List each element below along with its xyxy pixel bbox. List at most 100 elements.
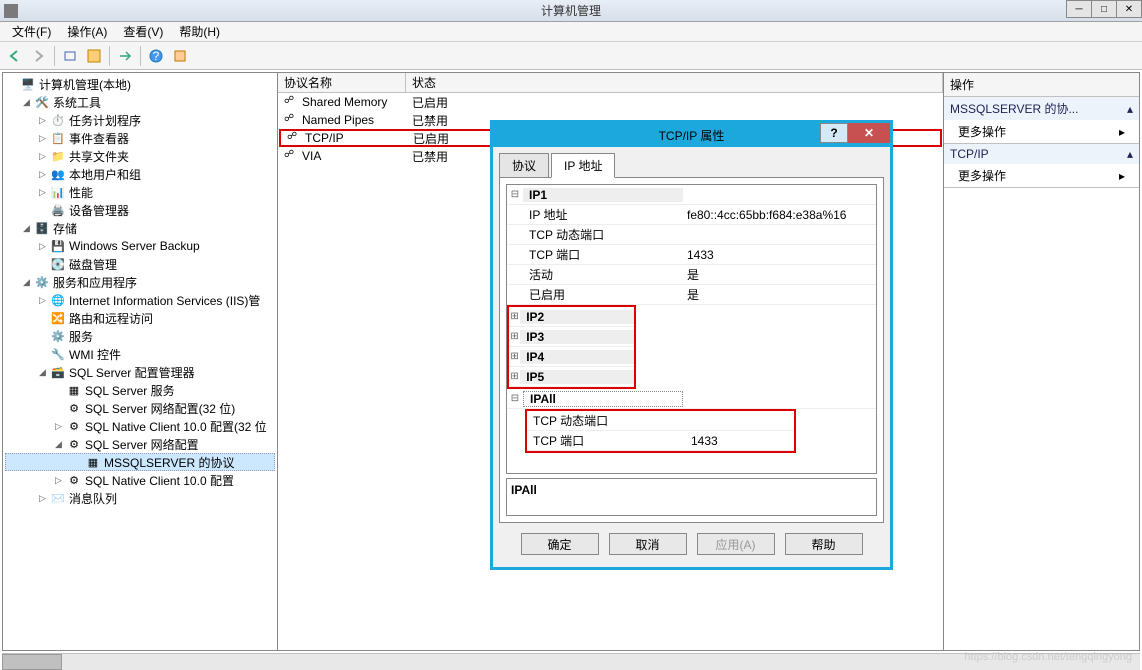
properties-icon[interactable] [83,45,105,67]
cancel-button[interactable]: 取消 [609,533,687,555]
prop-tcp-port-value[interactable]: 1433 [683,248,876,262]
tree-label: 服务和应用程序 [53,274,137,291]
prop-ip-address-value[interactable]: fe80::4cc:65bb:f684:e38a%16 [683,208,876,222]
cell-name: TCP/IP [305,131,344,145]
cell-name: Named Pipes [302,113,374,127]
tree-sql-services[interactable]: ▦SQL Server 服务 [3,381,277,399]
tree-label: 本地用户和组 [69,166,141,183]
tree-label: 计算机管理(本地) [39,76,131,93]
dialog-title: TCP/IP 属性 [659,127,725,144]
group-ip3[interactable]: IP3 [520,330,634,344]
maximize-button[interactable]: □ [1091,0,1117,18]
tree-device-mgr[interactable]: 🖨️设备管理器 [3,201,277,219]
help-button[interactable]: 帮助 [785,533,863,555]
apply-button[interactable]: 应用(A) [697,533,775,555]
prop-enabled-value[interactable]: 是 [683,286,876,303]
tree-label: SQL Server 网络配置 [85,436,199,453]
group-ipall[interactable]: IPAll [523,391,683,407]
actions-panel: 操作 MSSQLSERVER 的协...▴ 更多操作▸ TCP/IP▴ 更多操作… [944,73,1139,650]
group-ip5[interactable]: IP5 [520,370,634,384]
tab-protocol[interactable]: 协议 [499,153,549,178]
up-button[interactable] [59,45,81,67]
dialog-buttons: 确定 取消 应用(A) 帮助 [499,523,884,561]
export-icon[interactable] [114,45,136,67]
tree-shared-folders[interactable]: ▷📁共享文件夹 [3,147,277,165]
prop-ipall-port-value[interactable]: 1433 [687,434,794,448]
tree-panel[interactable]: 🖥️计算机管理(本地) ◢🛠️系统工具 ▷⏱️任务计划程序 ▷📋事件查看器 ▷📁… [3,73,278,650]
prop-ip-address-label: IP 地址 [523,206,683,223]
tree-performance[interactable]: ▷📊性能 [3,183,277,201]
action-title-mssql[interactable]: MSSQLSERVER 的协...▴ [944,97,1139,120]
cell-name: VIA [302,149,321,163]
property-grid[interactable]: ⊟IP1 IP 地址fe80::4cc:65bb:f684:e38a%16 TC… [506,184,877,474]
col-status[interactable]: 状态 [406,73,943,92]
tree-routing[interactable]: 🔀路由和远程访问 [3,309,277,327]
tree-system-tools[interactable]: ◢🛠️系统工具 [3,93,277,111]
tree-label: 磁盘管理 [69,256,117,273]
ok-button[interactable]: 确定 [521,533,599,555]
minimize-button[interactable]: ─ [1066,0,1092,18]
protocol-icon: ☍ [284,113,298,127]
col-proto-name[interactable]: 协议名称 [278,73,406,92]
options-icon[interactable] [169,45,191,67]
tree-label: SQL Server 网络配置(32 位) [85,400,235,417]
action-more-1[interactable]: 更多操作▸ [944,120,1139,143]
dialog-help-button[interactable]: ? [820,123,848,143]
tree-label: 服务 [69,328,93,345]
tree-sql-native32[interactable]: ▷⚙SQL Native Client 10.0 配置(32 位 [3,417,277,435]
close-button[interactable]: ✕ [1116,0,1142,18]
action-more-2[interactable]: 更多操作▸ [944,164,1139,187]
tree-label: 事件查看器 [69,130,129,147]
tree-sql-net32[interactable]: ⚙SQL Server 网络配置(32 位) [3,399,277,417]
action-section-2: TCP/IP▴ 更多操作▸ [944,144,1139,188]
group-ip2[interactable]: IP2 [520,310,634,324]
tree-label: 消息队列 [69,490,117,507]
window-title: 计算机管理 [541,2,601,19]
cell-status: 已禁用 [406,148,454,165]
forward-button[interactable] [28,45,50,67]
window-controls: ─ □ ✕ [1067,0,1142,18]
group-ip1[interactable]: IP1 [523,188,683,202]
tree-storage[interactable]: ◢🗄️存储 [3,219,277,237]
tree-wmi[interactable]: 🔧WMI 控件 [3,345,277,363]
tree-label: 性能 [69,184,93,201]
svg-text:?: ? [153,49,160,63]
menu-view[interactable]: 查看(V) [115,21,171,42]
dialog-titlebar[interactable]: TCP/IP 属性 ? ✕ [493,123,890,147]
tree-label: 设备管理器 [69,202,129,219]
dialog-close-button[interactable]: ✕ [848,123,890,143]
cell-name: Shared Memory [302,95,387,109]
tree-label: 存储 [53,220,77,237]
tree-services-apps[interactable]: ◢⚙️服务和应用程序 [3,273,277,291]
help-icon[interactable]: ? [145,45,167,67]
scrollbar-thumb[interactable] [2,654,62,670]
tree-msmq[interactable]: ▷✉️消息队列 [3,489,277,507]
chevron-right-icon: ▸ [1119,169,1125,183]
action-title-tcpip[interactable]: TCP/IP▴ [944,144,1139,164]
menu-help[interactable]: 帮助(H) [171,21,228,42]
tree-event-viewer[interactable]: ▷📋事件查看器 [3,129,277,147]
prop-active-value[interactable]: 是 [683,266,876,283]
tree-task-scheduler[interactable]: ▷⏱️任务计划程序 [3,111,277,129]
group-ip4[interactable]: IP4 [520,350,634,364]
tree-local-users[interactable]: ▷👥本地用户和组 [3,165,277,183]
tree-sql-native[interactable]: ▷⚙SQL Native Client 10.0 配置 [3,471,277,489]
menu-action[interactable]: 操作(A) [59,21,115,42]
tree-disk-mgmt[interactable]: 💽磁盘管理 [3,255,277,273]
tree-label: SQL Native Client 10.0 配置(32 位 [85,418,267,435]
tree-sql-config[interactable]: ◢🗃️SQL Server 配置管理器 [3,363,277,381]
menu-file[interactable]: 文件(F) [4,21,59,42]
property-description: IPAll [506,478,877,516]
protocol-icon: ☍ [284,149,298,163]
back-button[interactable] [4,45,26,67]
tcpip-properties-dialog: TCP/IP 属性 ? ✕ 协议 IP 地址 ⊟IP1 IP 地址fe80::4… [490,120,893,570]
tree-root[interactable]: 🖥️计算机管理(本地) [3,75,277,93]
tree-label: SQL Server 服务 [85,382,175,399]
tree-iis[interactable]: ▷🌐Internet Information Services (IIS)管 [3,291,277,309]
tree-wsb[interactable]: ▷💾Windows Server Backup [3,237,277,255]
tree-services[interactable]: ⚙️服务 [3,327,277,345]
tree-sql-net[interactable]: ◢⚙SQL Server 网络配置 [3,435,277,453]
list-row[interactable]: ☍Shared Memory 已启用 [278,93,943,111]
tab-ip-address[interactable]: IP 地址 [551,153,615,178]
tree-mssql-proto[interactable]: ▦MSSQLSERVER 的协议 [5,453,275,471]
